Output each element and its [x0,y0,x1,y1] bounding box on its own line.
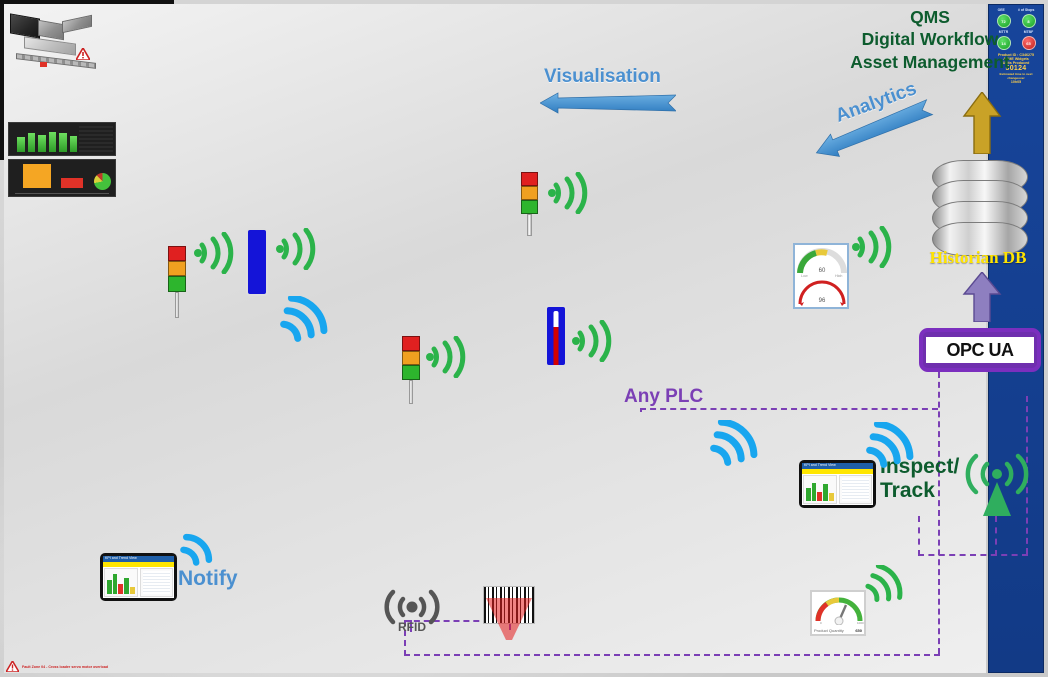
arrow-up-to-qms-icon [962,92,1002,154]
inspect-tablet[interactable]: KPI and Trend View [799,460,876,508]
wifi-icon [180,533,213,566]
antenna-icon [965,453,1029,516]
diagram-canvas: Digital DMS OEE# of Stops 728 MTTRMTBF [0,0,1048,677]
upper-gauge: 60 Low High [797,248,847,277]
wifi-icon [710,420,758,466]
analytics-bar [59,132,67,152]
warning-triangle-icon [6,661,19,672]
upper-gauge-value: 60 [819,268,826,274]
analytics-legend [79,126,113,152]
qms-line-3: Asset Management [850,51,1010,72]
network-link-anyplc [640,408,938,410]
scan-beam-icon [486,598,532,640]
wifi-icon [572,320,612,362]
product-quantity-value: 650 [855,628,862,633]
opc-ua-badge[interactable]: OPC UA [919,328,1041,372]
arrow-left-icon [540,92,676,114]
network-link-antenna [918,554,1028,556]
andon-stack-light-icon [168,246,186,318]
product-quantity-label: Product Quantity [814,628,844,633]
wifi-icon [276,228,316,270]
svg-text:0: 0 [820,621,822,625]
analytics-bar [38,134,46,152]
warning-triangle-icon [76,48,90,60]
qms-header: QMS Digital Workflow Asset Management [818,6,1042,73]
lower-gauge: 96 [798,280,846,306]
notify-label: Notify [178,567,238,590]
svg-text:High: High [835,274,842,277]
product-quantity-gauge[interactable]: 0 1000 Product Quantity 650 [810,590,866,636]
speedometer-icon: 0 1000 [815,597,864,625]
orange-block [23,164,51,188]
svg-text:Low: Low [801,274,808,277]
wifi-icon [426,336,466,378]
network-link-bottom [404,654,940,656]
red-block [61,178,83,188]
analytics-arrow: Analytics [812,78,934,158]
wifi-icon [280,296,328,342]
svg-text:1000: 1000 [857,621,864,625]
analytics-block-panel [8,159,116,197]
visualisation-screen[interactable]: OEE # of Stops 72 8 MTTR MTBF 14 65 Product … [0,0,1044,673]
analytics-pie-chart [94,173,111,190]
historian-db-label: Historian DB [929,248,1027,267]
dual-gauge-widget[interactable]: 60 Low High 96 [793,243,849,309]
wifi-icon [865,565,903,602]
network-link-opc-vertical [938,372,940,654]
analytics-bar [17,136,25,152]
any-plc-label: Any PLC [624,386,704,407]
inspect-track-line-2: Track [880,478,935,502]
thermometer-icon [246,228,268,296]
historian-database [932,160,1028,260]
opc-ua-label: OPC UA [926,337,1034,363]
arrow-up-to-db-icon [962,272,1002,322]
qms-line-1: QMS [910,7,950,27]
rfid-label: RFID [398,620,426,634]
kpi-changeover-value: 10h05 [1010,80,1022,84]
analytics-bar-panel [8,122,116,156]
wifi-icon [194,232,234,274]
analytics-bar [69,135,77,152]
qms-line-2: Digital Workflow [861,29,999,50]
lower-gauge-value: 96 [819,298,826,304]
kpi-changeover-label: Estimated time to next changeover [999,72,1033,80]
network-link-antenna-drop [995,516,997,556]
wifi-icon [548,172,588,214]
analytics-bar [27,133,35,152]
andon-stack-light-icon [521,172,538,236]
network-link-anyplc-stub [640,408,642,412]
notify-tablet[interactable]: KPI and Trend View [100,553,177,601]
thermometer-icon [545,305,567,367]
network-link-antenna-riser [918,516,920,556]
wifi-icon [852,226,892,268]
fault-banner: Fault Zone 04 - Cross loader servo motor… [6,661,108,672]
visualisation-arrow: Visualisation [540,66,676,118]
andon-stack-light-icon [402,336,420,404]
analytics-bar [48,131,56,152]
visualisation-label: Visualisation [544,66,661,87]
fault-text: Fault Zone 04 - Cross loader servo motor… [22,664,109,669]
